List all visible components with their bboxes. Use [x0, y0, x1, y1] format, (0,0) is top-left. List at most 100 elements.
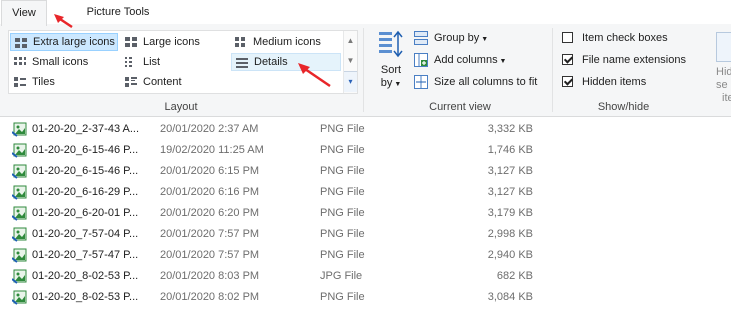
group-by-button[interactable]: Group by ▼ [414, 28, 488, 48]
layout-group-label: Layout [164, 101, 198, 113]
layout-large-icons[interactable]: Large icons [121, 33, 225, 51]
file-type: PNG File [320, 186, 365, 198]
medium-icons-icon [235, 37, 247, 47]
file-row[interactable]: 01-20-20_7-57-47 P... 20/01/2020 7:57 PM… [0, 245, 731, 266]
file-row[interactable]: 01-20-20_8-02-53 P... 20/01/2020 8:03 PM… [0, 266, 731, 287]
file-size: 3,179 KB [487, 207, 533, 219]
scroll-down-icon[interactable]: ▼ [344, 51, 357, 71]
file-name: 01-20-20_8-02-53 P... [32, 270, 139, 282]
layout-extra-large-icons[interactable]: Extra large icons [10, 33, 118, 51]
file-type: PNG File [320, 291, 365, 303]
layout-list[interactable]: List [121, 53, 225, 71]
hide-selected-items-button[interactable]: Hide se ite [716, 32, 731, 105]
file-date: 19/02/2020 11:25 AM [160, 144, 264, 156]
file-name-extensions-checkbox[interactable] [562, 54, 574, 65]
file-size: 3,127 KB [487, 165, 533, 177]
show-hide-group: Item check boxes File name extensions Hi… [556, 24, 731, 116]
layout-option-label: Content [143, 76, 182, 88]
file-type: PNG File [320, 123, 365, 135]
layout-option-label: Medium icons [253, 36, 321, 48]
layout-medium-icons[interactable]: Medium icons [231, 33, 341, 51]
group-divider [363, 28, 364, 112]
file-name-extensions-label: File name extensions [582, 54, 686, 66]
image-file-icon [11, 269, 28, 284]
file-row[interactable]: 01-20-20_6-20-01 P... 20/01/2020 6:20 PM… [0, 203, 731, 224]
file-type: PNG File [320, 249, 365, 261]
image-file-icon [11, 122, 28, 137]
file-name: 01-20-20_8-02-53 P... [32, 291, 139, 303]
ribbon-tab-strip: View Picture Tools [0, 0, 731, 26]
layout-gallery-scroll[interactable]: ▲ ▼ ▾ [343, 31, 357, 93]
sort-by-label-2: by [380, 77, 393, 89]
item-check-boxes-label: Item check boxes [582, 32, 668, 44]
file-row[interactable]: 01-20-20_8-02-53 P... 20/01/2020 8:02 PM… [0, 287, 731, 308]
file-row[interactable]: 01-20-20_7-57-04 P... 20/01/2020 7:57 PM… [0, 224, 731, 245]
layout-tiles[interactable]: Tiles [10, 73, 118, 91]
file-date: 20/01/2020 7:57 PM [160, 249, 260, 261]
file-row[interactable]: 01-20-20_2-37-43 A... 20/01/2020 2:37 AM… [0, 119, 731, 140]
tab-picture-tools[interactable]: Picture Tools [80, 0, 156, 24]
file-name: 01-20-20_2-37-43 A... [32, 123, 140, 135]
file-size: 2,998 KB [487, 228, 533, 240]
layout-gallery: Extra large icons Large icons Medium ico… [8, 30, 358, 94]
file-date: 20/01/2020 8:03 PM [160, 270, 260, 282]
file-size: 3,332 KB [487, 123, 533, 135]
size-columns-icon [414, 75, 428, 89]
file-name: 01-20-20_6-16-29 P... [32, 186, 139, 198]
sort-by-icon [378, 30, 404, 60]
content-icon [125, 77, 137, 87]
image-file-icon [11, 290, 28, 305]
small-icons-icon [14, 57, 26, 67]
sort-by-label-1: Sort [380, 64, 402, 76]
file-name: 01-20-20_6-15-46 P... [32, 165, 139, 177]
details-icon [236, 58, 248, 68]
sort-by-button[interactable]: Sort by ▼ [376, 30, 406, 91]
hidden-items-label: Hidden items [582, 76, 647, 88]
scroll-up-icon[interactable]: ▲ [344, 31, 357, 51]
size-all-columns-label: Size all columns to fit [434, 76, 538, 88]
hide-selected-label-2: ite [722, 92, 731, 104]
dropdown-arrow-icon: ▼ [479, 36, 489, 43]
item-check-boxes-checkbox[interactable] [562, 32, 573, 43]
file-size: 1,746 KB [487, 144, 533, 156]
file-type: JPG File [320, 270, 363, 282]
show-hide-group-label: Show/hide [597, 101, 650, 113]
image-file-icon [11, 227, 28, 242]
gallery-more-icon[interactable]: ▾ [344, 71, 357, 92]
add-columns-button[interactable]: Add columns ▼ [414, 50, 506, 70]
file-type: PNG File [320, 165, 365, 177]
layout-details[interactable]: Details [231, 53, 341, 71]
item-check-boxes-toggle[interactable]: Item check boxes [562, 28, 668, 48]
add-columns-icon [414, 53, 428, 67]
tab-view[interactable]: View [1, 0, 47, 26]
group-by-label: Group by [434, 32, 480, 44]
layout-small-icons[interactable]: Small icons [10, 53, 118, 71]
file-row[interactable]: 01-20-20_6-16-29 P... 20/01/2020 6:16 PM… [0, 182, 731, 203]
layout-option-label: Extra large icons [33, 36, 115, 48]
hidden-items-checkbox[interactable] [562, 76, 574, 87]
file-date: 20/01/2020 6:15 PM [160, 165, 260, 177]
file-name: 01-20-20_6-20-01 P... [32, 207, 139, 219]
file-row[interactable]: 01-20-20_6-15-46 P... 20/01/2020 6:15 PM… [0, 161, 731, 182]
group-divider [552, 28, 553, 112]
file-name-extensions-toggle[interactable]: File name extensions [562, 50, 686, 70]
layout-content[interactable]: Content [121, 73, 225, 91]
file-size: 682 KB [496, 270, 533, 282]
hidden-items-toggle[interactable]: Hidden items [562, 72, 646, 92]
image-file-icon [11, 185, 28, 200]
dropdown-arrow-icon: ▼ [392, 81, 402, 88]
checkmark-icon [563, 54, 574, 64]
file-date: 20/01/2020 6:20 PM [160, 207, 260, 219]
image-file-icon [11, 248, 28, 263]
current-view-group: Sort by ▼ Group by ▼ Add columns ▼ Size … [370, 24, 550, 116]
image-file-icon [11, 143, 28, 158]
checkmark-icon [563, 76, 574, 86]
size-all-columns-button[interactable]: Size all columns to fit [414, 72, 537, 92]
image-file-icon [11, 206, 28, 221]
file-name: 01-20-20_6-15-46 P... [32, 144, 139, 156]
file-name: 01-20-20_7-57-04 P... [32, 228, 139, 240]
file-list: 01-20-20_2-37-43 A... 20/01/2020 2:37 AM… [0, 117, 731, 308]
file-type: PNG File [320, 207, 365, 219]
file-row[interactable]: 01-20-20_6-15-46 P... 19/02/2020 11:25 A… [0, 140, 731, 161]
layout-option-label: Small icons [32, 56, 89, 68]
